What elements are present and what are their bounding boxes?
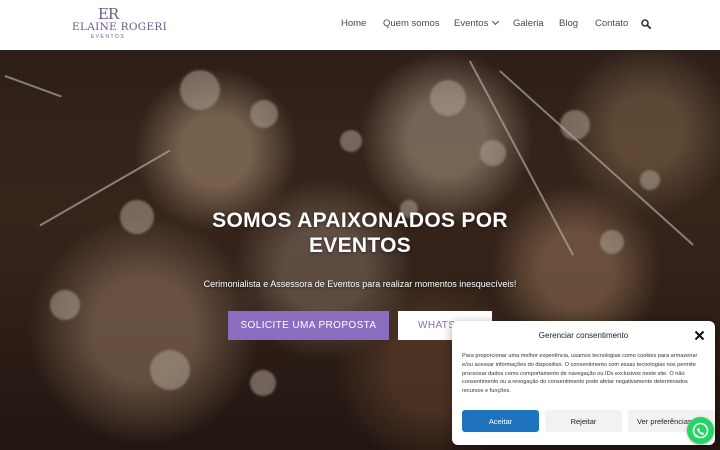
consent-text: Para proporcionar uma melhor experiência… xyxy=(462,353,698,395)
whatsapp-float-button[interactable] xyxy=(687,417,714,444)
nav-item-eventos-label: Eventos xyxy=(454,18,489,29)
search-icon[interactable] xyxy=(641,19,651,29)
hero-title-line-1: SOMOS APAIXONADOS POR xyxy=(212,209,508,232)
cookie-consent-dialog: Gerenciar consentimento Para proporciona… xyxy=(452,321,715,445)
site-logo[interactable]: ER ELAINE ROGERI EVENTOS xyxy=(72,5,168,44)
hero-title-line-2: EVENTOS xyxy=(308,234,412,257)
consent-title: Gerenciar consentimento xyxy=(538,331,629,340)
nav-item-home[interactable]: Home xyxy=(341,18,366,29)
nav-item-galeria[interactable]: Galeria xyxy=(513,18,544,29)
nav-item-quem-somos[interactable]: Quem somos xyxy=(383,18,440,29)
logo-tagline: EVENTOS xyxy=(90,34,126,40)
close-icon[interactable] xyxy=(694,330,705,341)
whatsapp-icon xyxy=(692,422,709,439)
nav-item-blog[interactable]: Blog xyxy=(559,18,578,29)
accept-button[interactable]: Aceitar xyxy=(462,410,539,432)
nav-item-contato[interactable]: Contato xyxy=(595,18,628,29)
logo-name: ELAINE ROGERI xyxy=(72,21,168,33)
request-proposal-button[interactable]: SOLICITE UMA PROPOSTA xyxy=(228,311,389,340)
hero-subtitle: Cerimonialista e Assessora de Eventos pa… xyxy=(203,279,517,289)
nav-item-eventos[interactable]: Eventos xyxy=(454,17,500,29)
hero-title: SOMOS APAIXONADOS POR EVENTOS xyxy=(160,208,560,258)
reject-button[interactable]: Rejeitar xyxy=(545,410,622,432)
logo-monogram: ER xyxy=(97,5,119,23)
chevron-down-icon xyxy=(492,17,500,26)
site-header: ER ELAINE ROGERI EVENTOS Home Quem somos… xyxy=(0,0,720,50)
